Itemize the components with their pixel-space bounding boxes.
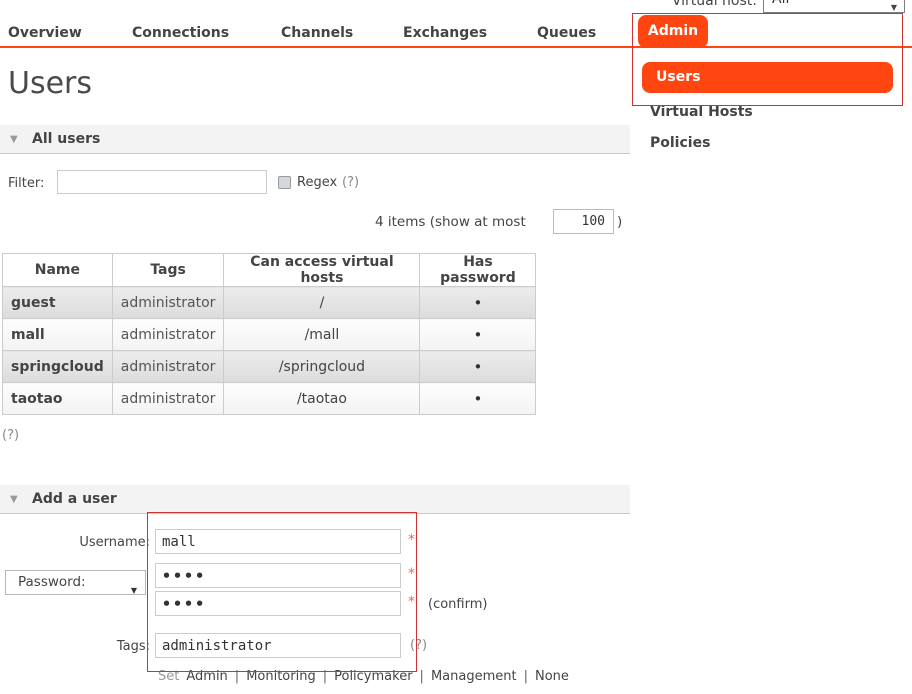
has-password-dot: • bbox=[420, 319, 536, 351]
user-tags: administrator bbox=[112, 319, 224, 351]
separator: | bbox=[420, 669, 424, 684]
filter-input[interactable] bbox=[57, 170, 267, 194]
has-password-dot: • bbox=[420, 351, 536, 383]
user-vhosts: / bbox=[224, 287, 420, 319]
user-vhosts: /springcloud bbox=[224, 351, 420, 383]
required-asterisk: * bbox=[408, 566, 415, 582]
collapse-triangle-icon: ▼ bbox=[10, 494, 18, 505]
username-label: Username: bbox=[55, 535, 150, 550]
all-users-section-title: All users bbox=[32, 125, 100, 153]
tag-preset-none[interactable]: None bbox=[535, 669, 569, 684]
user-name-link[interactable]: guest bbox=[3, 287, 113, 319]
tags-field[interactable] bbox=[155, 633, 401, 658]
table-row: mall administrator /mall • bbox=[3, 319, 536, 351]
required-asterisk: * bbox=[408, 594, 415, 610]
tab-overview[interactable]: Overview bbox=[8, 25, 82, 41]
has-password-dot: • bbox=[420, 383, 536, 415]
col-header-tags: Tags bbox=[112, 254, 224, 287]
has-password-dot: • bbox=[420, 287, 536, 319]
col-header-vhosts: Can access virtual hosts bbox=[224, 254, 420, 287]
table-header-row: Name Tags Can access virtual hosts Has p… bbox=[3, 254, 536, 287]
add-user-section-title: Add a user bbox=[32, 485, 117, 513]
regex-checkbox[interactable] bbox=[278, 176, 291, 189]
username-field[interactable] bbox=[155, 529, 401, 554]
col-header-has-password: Has password bbox=[420, 254, 536, 287]
tab-admin[interactable]: Admin bbox=[638, 15, 708, 48]
show-at-most-input[interactable] bbox=[553, 209, 614, 234]
user-tags: administrator bbox=[112, 383, 224, 415]
sidebar-item-users[interactable]: Users bbox=[642, 62, 893, 93]
add-user-section-header[interactable]: ▼ Add a user bbox=[0, 485, 630, 514]
user-name-link[interactable]: springcloud bbox=[3, 351, 113, 383]
user-name-link[interactable]: mall bbox=[3, 319, 113, 351]
tab-connections[interactable]: Connections bbox=[132, 25, 229, 41]
tab-queues[interactable]: Queues bbox=[537, 25, 596, 41]
rabbitmq-admin-users-page: Virtual host: All ▼ Overview Connections… bbox=[0, 0, 912, 694]
sidebar-item-policies[interactable]: Policies bbox=[650, 135, 710, 151]
tags-label: Tags: bbox=[55, 639, 150, 654]
password-confirm-field[interactable] bbox=[155, 591, 401, 616]
users-table: Name Tags Can access virtual hosts Has p… bbox=[2, 253, 536, 415]
required-asterisk: * bbox=[408, 532, 415, 548]
set-label: Set bbox=[158, 669, 179, 684]
tag-preset-monitoring[interactable]: Monitoring bbox=[246, 669, 316, 684]
user-name-link[interactable]: taotao bbox=[3, 383, 113, 415]
separator: | bbox=[524, 669, 528, 684]
chevron-down-icon: ▼ bbox=[131, 579, 137, 602]
table-row: taotao administrator /taotao • bbox=[3, 383, 536, 415]
col-header-name: Name bbox=[3, 254, 113, 287]
items-count-close-paren: ) bbox=[617, 214, 622, 230]
table-row: springcloud administrator /springcloud • bbox=[3, 351, 536, 383]
tag-preset-management[interactable]: Management bbox=[431, 669, 517, 684]
user-vhosts: /taotao bbox=[224, 383, 420, 415]
regex-help-link[interactable]: (?) bbox=[342, 175, 359, 190]
password-type-select-value: Password: bbox=[18, 574, 86, 590]
tab-exchanges[interactable]: Exchanges bbox=[403, 25, 487, 41]
tags-help-link[interactable]: (?) bbox=[410, 638, 427, 653]
separator: | bbox=[235, 669, 239, 684]
user-vhosts: /mall bbox=[224, 319, 420, 351]
sidebar-item-virtual-hosts[interactable]: Virtual Hosts bbox=[650, 104, 753, 120]
user-tags: administrator bbox=[112, 351, 224, 383]
collapse-triangle-icon: ▼ bbox=[10, 134, 18, 145]
password-type-select[interactable]: Password: ▼ bbox=[5, 570, 146, 595]
tag-preset-admin[interactable]: Admin bbox=[186, 669, 227, 684]
table-row: guest administrator / • bbox=[3, 287, 536, 319]
password-field[interactable] bbox=[155, 563, 401, 588]
confirm-note: (confirm) bbox=[428, 597, 487, 612]
main-nav: Overview Connections Channels Exchanges … bbox=[0, 0, 912, 48]
users-table-help-link[interactable]: (?) bbox=[2, 428, 19, 443]
tag-preset-row: Set Admin | Monitoring | Policymaker | M… bbox=[158, 669, 569, 684]
filter-label: Filter: bbox=[8, 176, 44, 191]
regex-label: Regex bbox=[297, 175, 337, 190]
items-count-text: 4 items (show at most bbox=[375, 214, 526, 230]
user-tags: administrator bbox=[112, 287, 224, 319]
separator: | bbox=[323, 669, 327, 684]
tab-channels[interactable]: Channels bbox=[281, 25, 353, 41]
page-title: Users bbox=[8, 66, 92, 101]
tag-preset-policymaker[interactable]: Policymaker bbox=[334, 669, 412, 684]
all-users-section-header[interactable]: ▼ All users bbox=[0, 125, 630, 154]
